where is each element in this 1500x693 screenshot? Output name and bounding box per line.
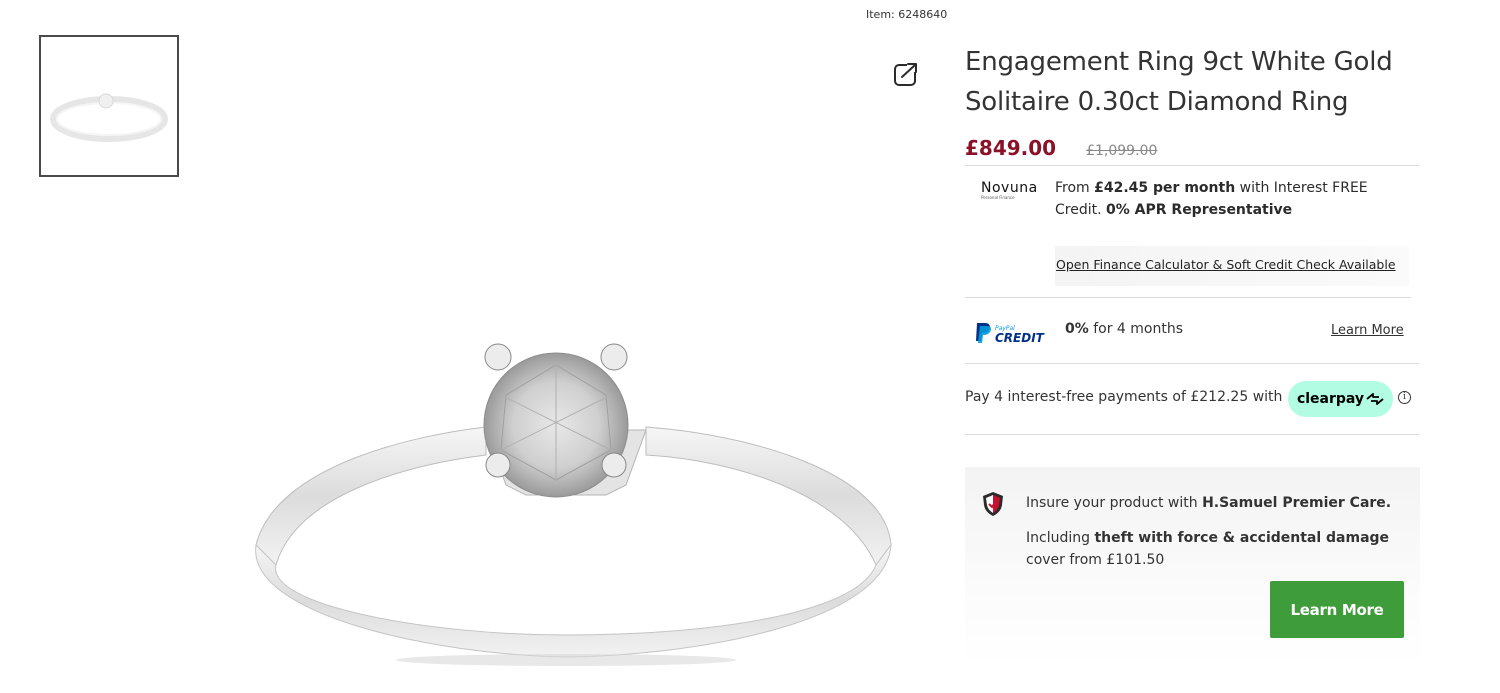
clearpay-arrows-icon — [1366, 393, 1384, 405]
divider — [965, 165, 1419, 166]
paypal-offer-text: 0% for 4 months — [1065, 321, 1183, 337]
finance-monthly-amount: £42.45 per month — [1094, 180, 1236, 196]
clearpay-badge[interactable]: clearpay — [1288, 381, 1393, 417]
novuna-logo-name: Novuna — [981, 180, 1038, 196]
clearpay-offer-text: Pay 4 interest-free payments of £212.25 … — [965, 389, 1283, 405]
product-thumbnail[interactable] — [39, 35, 179, 177]
info-icon[interactable]: i — [1398, 391, 1411, 404]
care-desc-suffix: cover from £101.50 — [1026, 552, 1165, 568]
clearpay-badge-label: clearpay — [1296, 391, 1365, 407]
divider — [965, 297, 1411, 298]
paypal-learn-more-link[interactable]: Learn More — [1331, 323, 1404, 338]
divider — [965, 434, 1419, 435]
price-row: £849.00 £1,099.00 — [965, 136, 1157, 160]
premier-care-learn-more-button[interactable]: Learn More — [1270, 581, 1404, 638]
novuna-logo: Novuna Personal Finance — [981, 180, 1041, 200]
finance-apr: 0% APR Representative — [1106, 202, 1293, 218]
paypal-rate-text: for 4 months — [1088, 321, 1184, 337]
share-icon[interactable] — [893, 60, 921, 88]
item-number: Item: 6248640 — [866, 8, 948, 21]
care-title-prefix: Insure your product with — [1026, 495, 1203, 511]
original-price: £1,099.00 — [1086, 143, 1158, 159]
current-price: £849.00 — [965, 136, 1057, 160]
paypal-rate: 0% — [1065, 321, 1089, 337]
care-desc-bold: theft with force & accidental damage — [1094, 530, 1390, 546]
finance-from: From — [1055, 180, 1095, 196]
premier-care-description: Including theft with force & accidental … — [1026, 527, 1406, 571]
care-title-brand: H.Samuel Premier Care. — [1202, 495, 1392, 511]
thumbnail-ring-image — [50, 93, 168, 142]
product-main-image[interactable] — [236, 335, 896, 679]
paypal-credit-logo: PayPal CREDIT — [975, 321, 1045, 345]
premier-care-title: Insure your product with H.Samuel Premie… — [1026, 495, 1391, 511]
finance-calculator-link[interactable]: Open Finance Calculator & Soft Credit Ch… — [1056, 257, 1396, 272]
product-title: Engagement Ring 9ct White Gold Solitaire… — [965, 47, 1393, 117]
care-desc-prefix: Including — [1026, 530, 1095, 546]
divider — [965, 363, 1419, 364]
paypal-logo-bottom: CREDIT — [995, 331, 1045, 345]
finance-offer-text: From £42.45 per month with Interest FREE… — [1055, 177, 1395, 221]
shield-icon — [982, 491, 1004, 517]
